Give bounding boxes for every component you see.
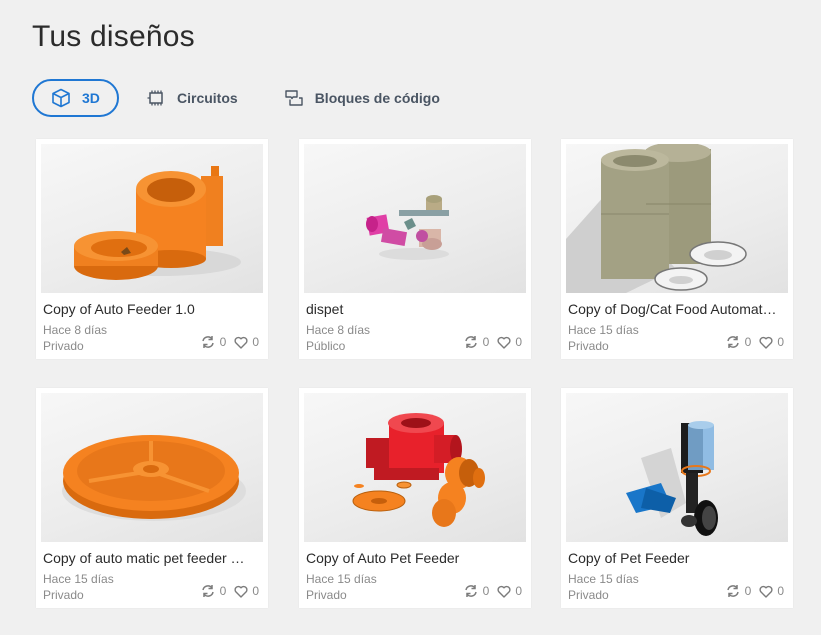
design-date: Hace 8 días	[43, 323, 108, 337]
copies-count: 0	[219, 584, 227, 598]
copies-stat: 0	[463, 335, 490, 349]
design-thumbnail[interactable]	[566, 393, 788, 542]
copies-icon	[201, 585, 214, 597]
design-thumbnail[interactable]	[304, 393, 526, 542]
copies-stat: 0	[200, 335, 227, 349]
likes-stat: 0	[759, 335, 784, 349]
design-thumbnail[interactable]	[566, 144, 788, 293]
copies-icon	[464, 585, 477, 597]
likes-count: 0	[777, 335, 784, 349]
design-date: Hace 15 días	[306, 572, 377, 586]
copies-stat: 0	[725, 335, 752, 349]
chip-icon	[145, 87, 167, 109]
design-card[interactable]: Copy of Pet Feeder Hace 15 días Privado …	[561, 388, 793, 608]
copies-count: 0	[482, 335, 490, 349]
design-stats: 0 0	[200, 335, 259, 349]
design-visibility: Privado	[568, 339, 609, 353]
design-date: Hace 15 días	[568, 572, 639, 586]
design-visibility: Privado	[306, 588, 347, 602]
design-stats: 0 0	[200, 584, 259, 598]
likes-count: 0	[515, 335, 522, 349]
likes-count: 0	[252, 335, 259, 349]
copies-stat: 0	[725, 584, 752, 598]
heart-icon	[234, 585, 248, 598]
design-stats: 0 0	[463, 584, 522, 598]
design-date: Hace 15 días	[43, 572, 114, 586]
design-type-tabs: 3D Circuitos Bloques de código	[32, 79, 440, 117]
design-card[interactable]: dispet Hace 8 días Público 0 0	[299, 139, 531, 359]
likes-count: 0	[515, 584, 522, 598]
tab-code-blocks-label: Bloques de código	[314, 90, 440, 106]
design-name[interactable]: dispet	[306, 301, 521, 317]
tab-3d[interactable]: 3D	[32, 79, 119, 117]
copies-count: 0	[744, 335, 752, 349]
copies-icon	[464, 336, 477, 348]
likes-stat: 0	[497, 584, 522, 598]
likes-stat: 0	[497, 335, 522, 349]
design-name[interactable]: Copy of Auto Pet Feeder	[306, 550, 521, 566]
design-card[interactable]: Copy of auto matic pet feeder … Hace 15 …	[36, 388, 268, 608]
tab-code-blocks[interactable]: Bloques de código	[283, 79, 440, 117]
likes-stat: 0	[759, 584, 784, 598]
design-date: Hace 15 días	[568, 323, 639, 337]
design-name[interactable]: Copy of Dog/Cat Food Automat…	[568, 301, 783, 317]
copies-icon	[201, 336, 214, 348]
likes-stat: 0	[234, 584, 259, 598]
design-card[interactable]: Copy of Auto Pet Feeder Hace 15 días Pri…	[299, 388, 531, 608]
code-blocks-icon	[283, 87, 305, 109]
likes-count: 0	[252, 584, 259, 598]
design-visibility: Privado	[43, 339, 84, 353]
tab-circuits-label: Circuitos	[177, 90, 238, 106]
heart-icon	[497, 336, 511, 349]
page-title: Tus diseños	[32, 20, 195, 53]
copies-count: 0	[482, 584, 490, 598]
heart-icon	[759, 336, 773, 349]
design-name[interactable]: Copy of Pet Feeder	[568, 550, 783, 566]
copies-icon	[726, 585, 739, 597]
cube-icon	[50, 87, 72, 109]
design-name[interactable]: Copy of Auto Feeder 1.0	[43, 301, 258, 317]
copies-count: 0	[219, 335, 227, 349]
heart-icon	[759, 585, 773, 598]
likes-count: 0	[777, 584, 784, 598]
design-visibility: Privado	[568, 588, 609, 602]
design-visibility: Privado	[43, 588, 84, 602]
design-card[interactable]: Copy of Dog/Cat Food Automat… Hace 15 dí…	[561, 139, 793, 359]
tab-3d-label: 3D	[82, 90, 100, 106]
heart-icon	[234, 336, 248, 349]
design-name[interactable]: Copy of auto matic pet feeder …	[43, 550, 258, 566]
copies-stat: 0	[463, 584, 490, 598]
design-thumbnail[interactable]	[41, 144, 263, 293]
design-stats: 0 0	[463, 335, 522, 349]
design-date: Hace 8 días	[306, 323, 371, 337]
copies-count: 0	[744, 584, 752, 598]
design-stats: 0 0	[725, 584, 784, 598]
copies-icon	[726, 336, 739, 348]
design-visibility: Público	[306, 339, 346, 353]
design-thumbnail[interactable]	[304, 144, 526, 293]
design-stats: 0 0	[725, 335, 784, 349]
likes-stat: 0	[234, 335, 259, 349]
heart-icon	[497, 585, 511, 598]
tab-circuits[interactable]: Circuitos	[145, 79, 238, 117]
design-card[interactable]: Copy of Auto Feeder 1.0 Hace 8 días Priv…	[36, 139, 268, 359]
copies-stat: 0	[200, 584, 227, 598]
design-thumbnail[interactable]	[41, 393, 263, 542]
